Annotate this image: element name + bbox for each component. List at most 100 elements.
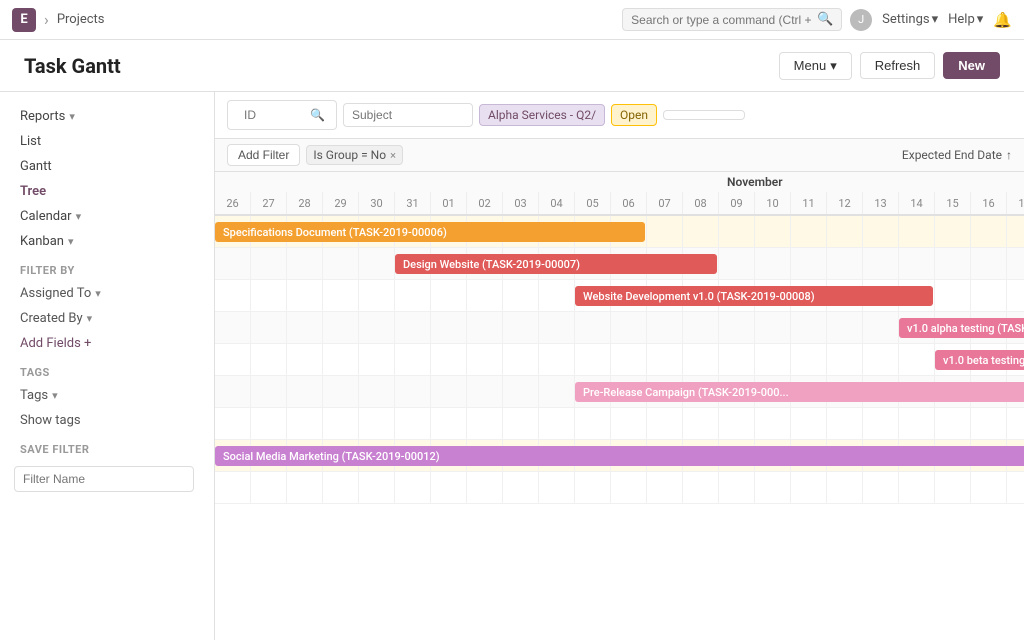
settings-chevron-icon: ▾ [932, 12, 939, 27]
sidebar-item-kanban[interactable]: Kanban ▾ [0, 229, 214, 254]
sidebar-item-list[interactable]: List [0, 129, 214, 154]
subject-input[interactable] [343, 103, 473, 127]
gantt-grid-col [251, 344, 287, 376]
gantt-grid-col [503, 344, 539, 376]
gantt-grid-col [503, 408, 539, 440]
project-filter-tag[interactable]: Alpha Services - Q2/ [479, 104, 605, 126]
add-filter-button[interactable]: Add Filter [227, 144, 300, 166]
filter-assigned-to[interactable]: Assigned To ▾ [0, 281, 214, 306]
day-cell: 01 [431, 192, 467, 214]
topnav-right: J Settings ▾ Help ▾ 🔔 [850, 9, 1012, 31]
assigned-to-label: Assigned To [20, 286, 91, 301]
gantt-grid-col [827, 216, 863, 248]
gantt-bar[interactable]: Social Media Marketing (TASK-2019-00012) [215, 446, 1024, 466]
gantt-bar[interactable]: Specifications Document (TASK-2019-00006… [215, 222, 645, 242]
gantt-grid-col [791, 248, 827, 280]
gantt-grid-col [251, 472, 287, 504]
gantt-chart-wrapper[interactable]: November 2627282930310102030405060708091… [215, 172, 1024, 640]
gantt-grid-col [395, 312, 431, 344]
tags-label: Tags [20, 388, 48, 403]
gantt-grid-col [719, 472, 755, 504]
sidebar-item-label: Reports [20, 109, 65, 124]
show-tags[interactable]: Show tags [0, 408, 214, 433]
search-bar[interactable]: 🔍 [622, 8, 842, 31]
created-by-chevron-icon: ▾ [87, 312, 93, 325]
sidebar-item-tree[interactable]: Tree [0, 179, 214, 204]
gantt-row: Specifications Document (TASK-2019-00006… [215, 216, 1024, 248]
gantt-grid-col [647, 408, 683, 440]
gantt-grid-col [647, 216, 683, 248]
gantt-bar[interactable]: Website Development v1.0 (TASK-2019-0000… [575, 286, 933, 306]
notifications-bell-icon[interactable]: 🔔 [993, 11, 1012, 29]
gantt-grid-col [935, 280, 971, 312]
gantt-grid-col [791, 408, 827, 440]
menu-button[interactable]: Menu ▾ [779, 52, 852, 80]
gantt-bar[interactable]: v1.0 alpha testing (TASK-2019-000... [899, 318, 1024, 338]
filter-name-input[interactable] [14, 466, 194, 492]
filter-created-by[interactable]: Created By ▾ [0, 306, 214, 331]
group-filter-chip[interactable]: Is Group = No × [306, 145, 403, 165]
tags-chevron-icon: ▾ [52, 389, 58, 402]
gantt-bar[interactable]: Pre-Release Campaign (TASK-2019-000... [575, 382, 1024, 402]
help-button[interactable]: Help ▾ [948, 12, 983, 27]
gantt-grid-col [431, 376, 467, 408]
gantt-grid-col [215, 472, 251, 504]
search-icon: 🔍 [817, 12, 833, 27]
day-cell: 05 [575, 192, 611, 214]
sidebar-item-label: Kanban [20, 234, 64, 249]
gantt-grid-col [467, 312, 503, 344]
gantt-grid-col [683, 312, 719, 344]
days-row: 2627282930310102030405060708091011121314… [215, 192, 1024, 214]
gantt-grid-col [719, 216, 755, 248]
day-cell: 17 [1007, 192, 1024, 214]
gantt-grid-col [971, 408, 1007, 440]
gantt-grid-col [215, 248, 251, 280]
new-button[interactable]: New [943, 52, 1000, 79]
sidebar-item-gantt[interactable]: Gantt [0, 154, 214, 179]
status-filter-tag[interactable]: Open [611, 104, 657, 126]
search-input[interactable] [631, 13, 811, 27]
gantt-grid-col [827, 312, 863, 344]
sidebar: Reports ▾ List Gantt Tree Calendar ▾ Kan… [0, 92, 215, 640]
gantt-grid-col [287, 312, 323, 344]
sidebar-item-reports[interactable]: Reports ▾ [0, 104, 214, 129]
day-cell: 13 [863, 192, 899, 214]
tags-filter[interactable]: Tags ▾ [0, 383, 214, 408]
gantt-grid-col [935, 472, 971, 504]
gantt-grid-col [827, 408, 863, 440]
id-search-field[interactable]: 🔍 [227, 100, 337, 130]
gantt-grid-col [395, 472, 431, 504]
gantt-grid-col [287, 376, 323, 408]
gantt-grid-col [899, 248, 935, 280]
settings-button[interactable]: Settings ▾ [882, 12, 938, 27]
breadcrumb-projects[interactable]: Projects [57, 12, 105, 27]
header-actions: Menu ▾ Refresh New [779, 52, 1000, 80]
gantt-body: Specifications Document (TASK-2019-00006… [215, 216, 1024, 504]
gantt-grid-col [539, 376, 575, 408]
expected-end-date-sort[interactable]: Expected End Date ↑ [902, 148, 1012, 162]
empty-filter-tag[interactable] [663, 110, 745, 120]
gantt-bar[interactable]: Design Website (TASK-2019-00007) [395, 254, 717, 274]
gantt-grid-col [827, 344, 863, 376]
id-input[interactable] [236, 104, 306, 126]
day-cell: 12 [827, 192, 863, 214]
group-filter-remove-icon[interactable]: × [390, 149, 396, 162]
gantt-grid-col [575, 472, 611, 504]
gantt-header: November 2627282930310102030405060708091… [215, 172, 1024, 216]
gantt-grid-col [503, 472, 539, 504]
refresh-button[interactable]: Refresh [860, 52, 936, 79]
gantt-bar[interactable]: v1.0 beta testing ... [935, 350, 1024, 370]
gantt-grid-col [539, 312, 575, 344]
reports-chevron-icon: ▾ [69, 110, 75, 123]
app-icon: E [12, 8, 36, 32]
gantt-grid-col [683, 472, 719, 504]
sidebar-item-calendar[interactable]: Calendar ▾ [0, 204, 214, 229]
gantt-grid-col [935, 248, 971, 280]
created-by-label: Created By [20, 311, 83, 326]
day-cell: 06 [611, 192, 647, 214]
calendar-chevron-icon: ▾ [76, 210, 82, 223]
gantt-grid-col [611, 344, 647, 376]
assigned-to-chevron-icon: ▾ [95, 287, 101, 300]
add-fields-button[interactable]: Add Fields + [0, 331, 214, 356]
gantt-grid-col [611, 408, 647, 440]
